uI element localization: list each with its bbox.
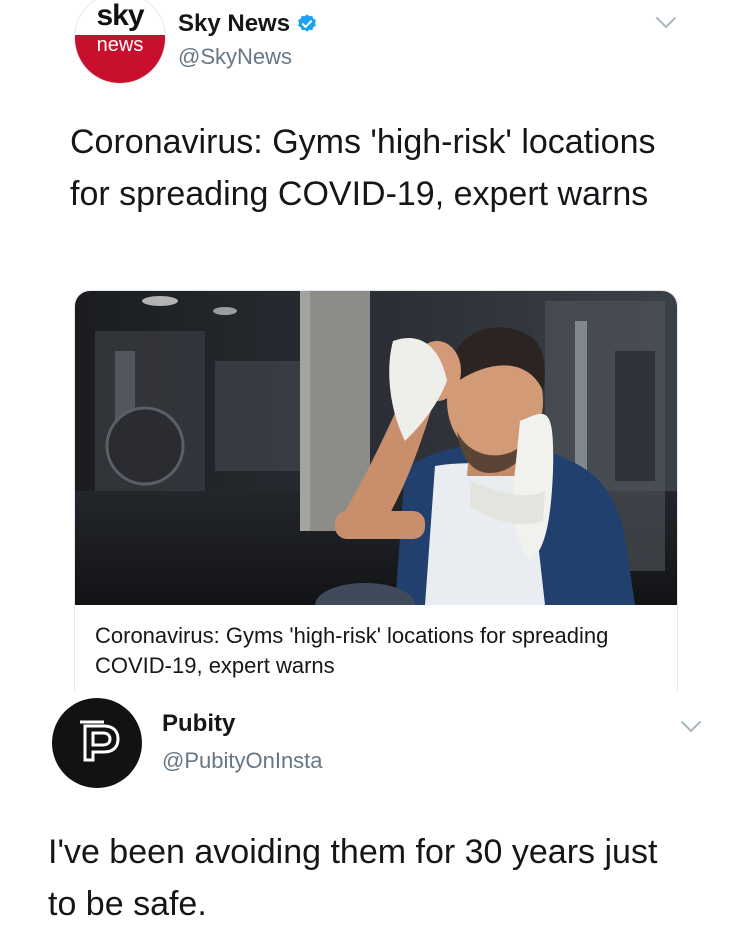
handle[interactable]: @PubityOnInsta (162, 748, 323, 774)
chevron-down-icon[interactable] (655, 16, 677, 30)
chevron-down-icon[interactable] (680, 720, 702, 734)
card-title[interactable]: Coronavirus: Gyms 'high-risk' locations … (95, 621, 655, 681)
handle[interactable]: @SkyNews (178, 44, 292, 70)
display-name[interactable]: Pubity (162, 710, 235, 738)
tweet-text: Coronavirus: Gyms 'high-risk' locations … (70, 123, 656, 213)
sky-logo-text: sky (75, 0, 165, 35)
tweet-pubity[interactable]: Pubity @PubityOnInsta I've been avoiding… (0, 690, 750, 923)
verified-badge-icon (298, 14, 316, 32)
news-logo-text: news (75, 35, 165, 83)
avatar-sky-news[interactable]: sky news (74, 0, 166, 84)
link-card[interactable]: Coronavirus: Gyms 'high-risk' locations … (74, 290, 678, 691)
tweet-sky-news[interactable]: sky news Sky News @SkyNews Coronavirus: … (0, 0, 750, 691)
name-row: Sky News (178, 10, 318, 38)
card-image[interactable] (75, 291, 677, 605)
pubity-logo-icon (80, 720, 120, 762)
name-row: Pubity (162, 710, 235, 738)
display-name[interactable]: Sky News (178, 10, 290, 38)
tweet-text: I've been avoiding them for 30 years jus… (48, 833, 658, 923)
avatar-pubity[interactable] (52, 698, 142, 788)
